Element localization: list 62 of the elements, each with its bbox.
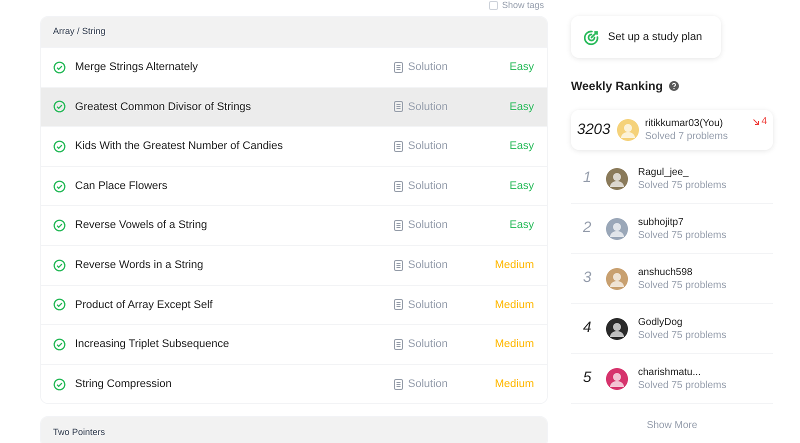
avatar-icon (606, 168, 628, 190)
problem-title[interactable]: Reverse Vowels of a String (75, 217, 394, 234)
document-icon (394, 101, 403, 112)
difficulty-label: Medium (494, 258, 534, 274)
solved-count: Solved 7 problems (645, 130, 729, 143)
document-icon (394, 378, 403, 390)
problem-title[interactable]: Can Place Flowers (75, 178, 394, 194)
problem-title[interactable]: Greatest Common Divisor of Strings (75, 98, 394, 116)
problem-row[interactable]: Greatest Common Divisor of Strings Solution Easy (41, 86, 547, 126)
rank-number: 3203 (577, 120, 612, 140)
solved-count: Solved 75 problems (638, 278, 726, 292)
document-icon (394, 260, 403, 271)
problem-title[interactable]: Kids With the Greatest Number of Candies (75, 138, 394, 155)
document-icon (394, 299, 403, 310)
difficulty-label: Medium (494, 298, 534, 313)
difficulty-label: Easy (508, 178, 534, 194)
problem-title[interactable]: Reverse Words in a String (75, 257, 394, 274)
difficulty-label: Medium (494, 337, 534, 352)
difficulty-label: Easy (508, 139, 534, 154)
avatar-icon (606, 268, 628, 290)
avatar-icon (606, 218, 628, 240)
solved-count: Solved 75 problems (638, 178, 726, 192)
study-plan-button[interactable]: Set up a study plan (571, 16, 721, 58)
target-icon (583, 28, 600, 46)
avatar-icon (606, 368, 628, 390)
avatar-icon (606, 318, 628, 340)
arrow-down-right-icon (753, 118, 760, 124)
rank-change: 4 (761, 115, 767, 129)
user-name[interactable]: ritikkumar03(You) (645, 117, 754, 130)
solved-count: Solved 75 problems (638, 378, 726, 392)
avatar-icon (617, 119, 639, 141)
weekly-ranking-title: Weekly Ranking (571, 78, 663, 95)
document-icon (394, 180, 403, 192)
problem-title[interactable]: Increasing Triplet Subsequence (75, 336, 394, 353)
difficulty-label: Easy (508, 218, 534, 234)
user-name[interactable]: Ragul_jee_ (638, 166, 726, 178)
problem-title[interactable]: Merge Strings Alternately (75, 59, 394, 76)
user-name[interactable]: GodlyDog (638, 316, 726, 328)
document-icon (394, 338, 403, 350)
solved-count: Solved 75 problems (638, 228, 726, 242)
user-name[interactable]: anshuch598 (638, 266, 726, 278)
problem-title[interactable]: String Compression (75, 376, 394, 392)
section-title: Array / String (53, 25, 106, 38)
section-title: Two Pointers (53, 426, 106, 439)
document-icon (394, 220, 403, 232)
difficulty-label: Medium (494, 376, 534, 392)
difficulty-label: Easy (508, 100, 534, 115)
user-name[interactable]: subhojitp7 (638, 216, 726, 228)
document-icon (394, 62, 403, 73)
rank-number: 5 (583, 368, 592, 388)
rank-number: 1 (583, 168, 592, 188)
help-icon[interactable] (668, 81, 679, 91)
difficulty-label: Easy (508, 60, 534, 76)
user-name[interactable]: charishmatu... (638, 366, 726, 378)
document-icon (394, 140, 403, 152)
problem-title[interactable]: Product of Array Except Self (75, 296, 394, 314)
rank-number: 2 (583, 218, 592, 238)
rank-number: 4 (583, 318, 592, 338)
solved-count: Solved 75 problems (638, 328, 726, 342)
rank-number: 3 (583, 268, 592, 288)
problem-row[interactable]: Can Place Flowers Solution Easy (41, 166, 547, 206)
show-tags-checkbox[interactable] (488, 1, 498, 10)
